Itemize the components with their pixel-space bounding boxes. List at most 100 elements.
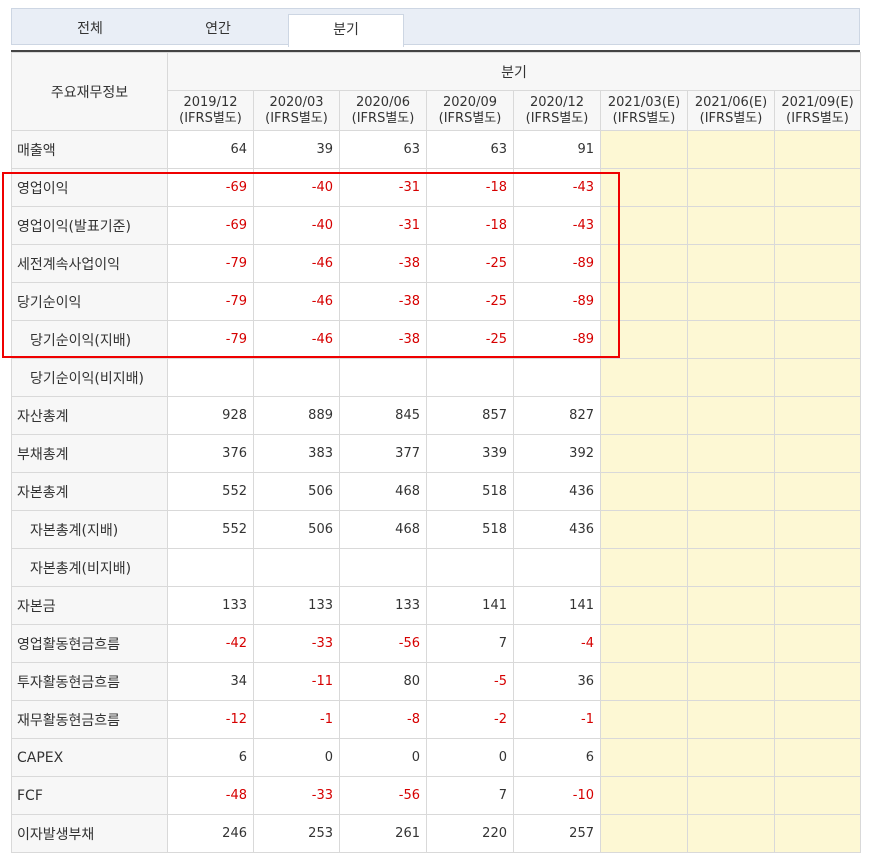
table-cell: -33 [253,776,340,815]
table-cell [687,320,775,359]
table-cell [773,244,862,283]
table-cell: 0 [426,738,514,777]
table-cell: -2 [426,700,514,739]
table-cell: 141 [426,586,514,625]
table-cell [167,358,254,397]
table-cell: -11 [253,662,340,701]
table-cell: -8 [339,700,427,739]
table-cell [253,358,340,397]
table-cell [773,206,862,245]
table-cell [513,548,601,587]
table-cell: -10 [513,776,601,815]
table-cell: 377 [339,434,427,473]
column-basis: (IFRS별도) [612,110,676,126]
table-cell [600,396,688,435]
table-cell [687,434,775,473]
period-tab-bar: 전체 연간 분기 [11,8,860,47]
tab-quarterly[interactable]: 분기 [288,14,404,47]
table-cell: 63 [339,130,427,169]
table-row: 매출액 64 39 63 63 91 [11,130,862,169]
table-cell: 141 [513,586,601,625]
table-cell: 36 [513,662,601,701]
table-cell [773,548,862,587]
table-cell [687,244,775,283]
table-cell: 133 [339,586,427,625]
table-row: 재무활동현금흐름 -12 -1 -8 -2 -1 [11,700,862,739]
row-label: 당기순이익(비지배) [11,358,168,397]
table-cell [687,662,775,701]
table-cell: -1 [253,700,340,739]
table-cell: -4 [513,624,601,663]
table-cell: 7 [426,776,514,815]
table-cell: 468 [339,510,427,549]
table-cell: -56 [339,624,427,663]
top-strip [0,0,888,8]
column-header: 2021/09(E) (IFRS별도) [773,90,862,131]
table-cell [773,624,862,663]
table-cell [687,700,775,739]
table-cell [600,662,688,701]
table-cell: 552 [167,510,254,549]
table-cell: 80 [339,662,427,701]
table-cell [773,510,862,549]
table-cell [600,548,688,587]
table-cell [773,700,862,739]
table-cell: -48 [167,776,254,815]
column-header: 2020/03 (IFRS별도) [253,90,340,131]
table-cell: 506 [253,510,340,549]
column-basis: (IFRS별도) [786,110,849,126]
table-cell [687,206,775,245]
table-row: CAPEX 6 0 0 0 6 [11,738,862,777]
table-cell: 246 [167,814,254,853]
table-cell: 928 [167,396,254,435]
column-period: 2020/03 [269,94,324,110]
table-cell: 518 [426,510,514,549]
table-row: 자본총계(비지배) [11,548,862,587]
tab-all[interactable]: 전체 [32,14,148,46]
row-label: 자산총계 [11,396,168,435]
table-cell [600,814,688,853]
table-cell: 376 [167,434,254,473]
table-cell [600,434,688,473]
column-header: 2020/12 (IFRS별도) [513,90,601,131]
table-cell [687,586,775,625]
row-label: 부채총계 [11,434,168,473]
table-cell: 0 [339,738,427,777]
table-cell [773,814,862,853]
table-cell: 257 [513,814,601,853]
table-cell: 383 [253,434,340,473]
table-cell [773,662,862,701]
table-cell: 468 [339,472,427,511]
table-cell [600,776,688,815]
table-row: 자본총계 552 506 468 518 436 [11,472,862,511]
tab-annual[interactable]: 연간 [160,14,276,46]
column-period: 2020/12 [529,94,584,110]
row-label: 이자발생부채 [11,814,168,853]
table-cell: -42 [167,624,254,663]
table-cell [600,624,688,663]
table-cell: 0 [253,738,340,777]
row-label: 자본총계(비지배) [11,548,168,587]
row-label: 자본총계(지배) [11,510,168,549]
table-cell [687,282,775,321]
column-header: 2021/03(E) (IFRS별도) [600,90,688,131]
column-period: 2019/12 [183,94,238,110]
table-cell: 220 [426,814,514,853]
row-label: 영업활동현금흐름 [11,624,168,663]
table-cell: -12 [167,700,254,739]
table-cell: 7 [426,624,514,663]
table-cell [600,586,688,625]
table-cell [339,548,427,587]
table-cell [600,700,688,739]
table-cell: -56 [339,776,427,815]
table-cell: 253 [253,814,340,853]
table-row: 당기순이익(비지배) [11,358,862,397]
column-basis: (IFRS별도) [438,110,502,126]
table-cell [773,358,862,397]
row-label: 재무활동현금흐름 [11,700,168,739]
table-cell [687,358,775,397]
table-cell: 133 [167,586,254,625]
table-cell [687,168,775,207]
table-cell: 889 [253,396,340,435]
table-cell [426,548,514,587]
